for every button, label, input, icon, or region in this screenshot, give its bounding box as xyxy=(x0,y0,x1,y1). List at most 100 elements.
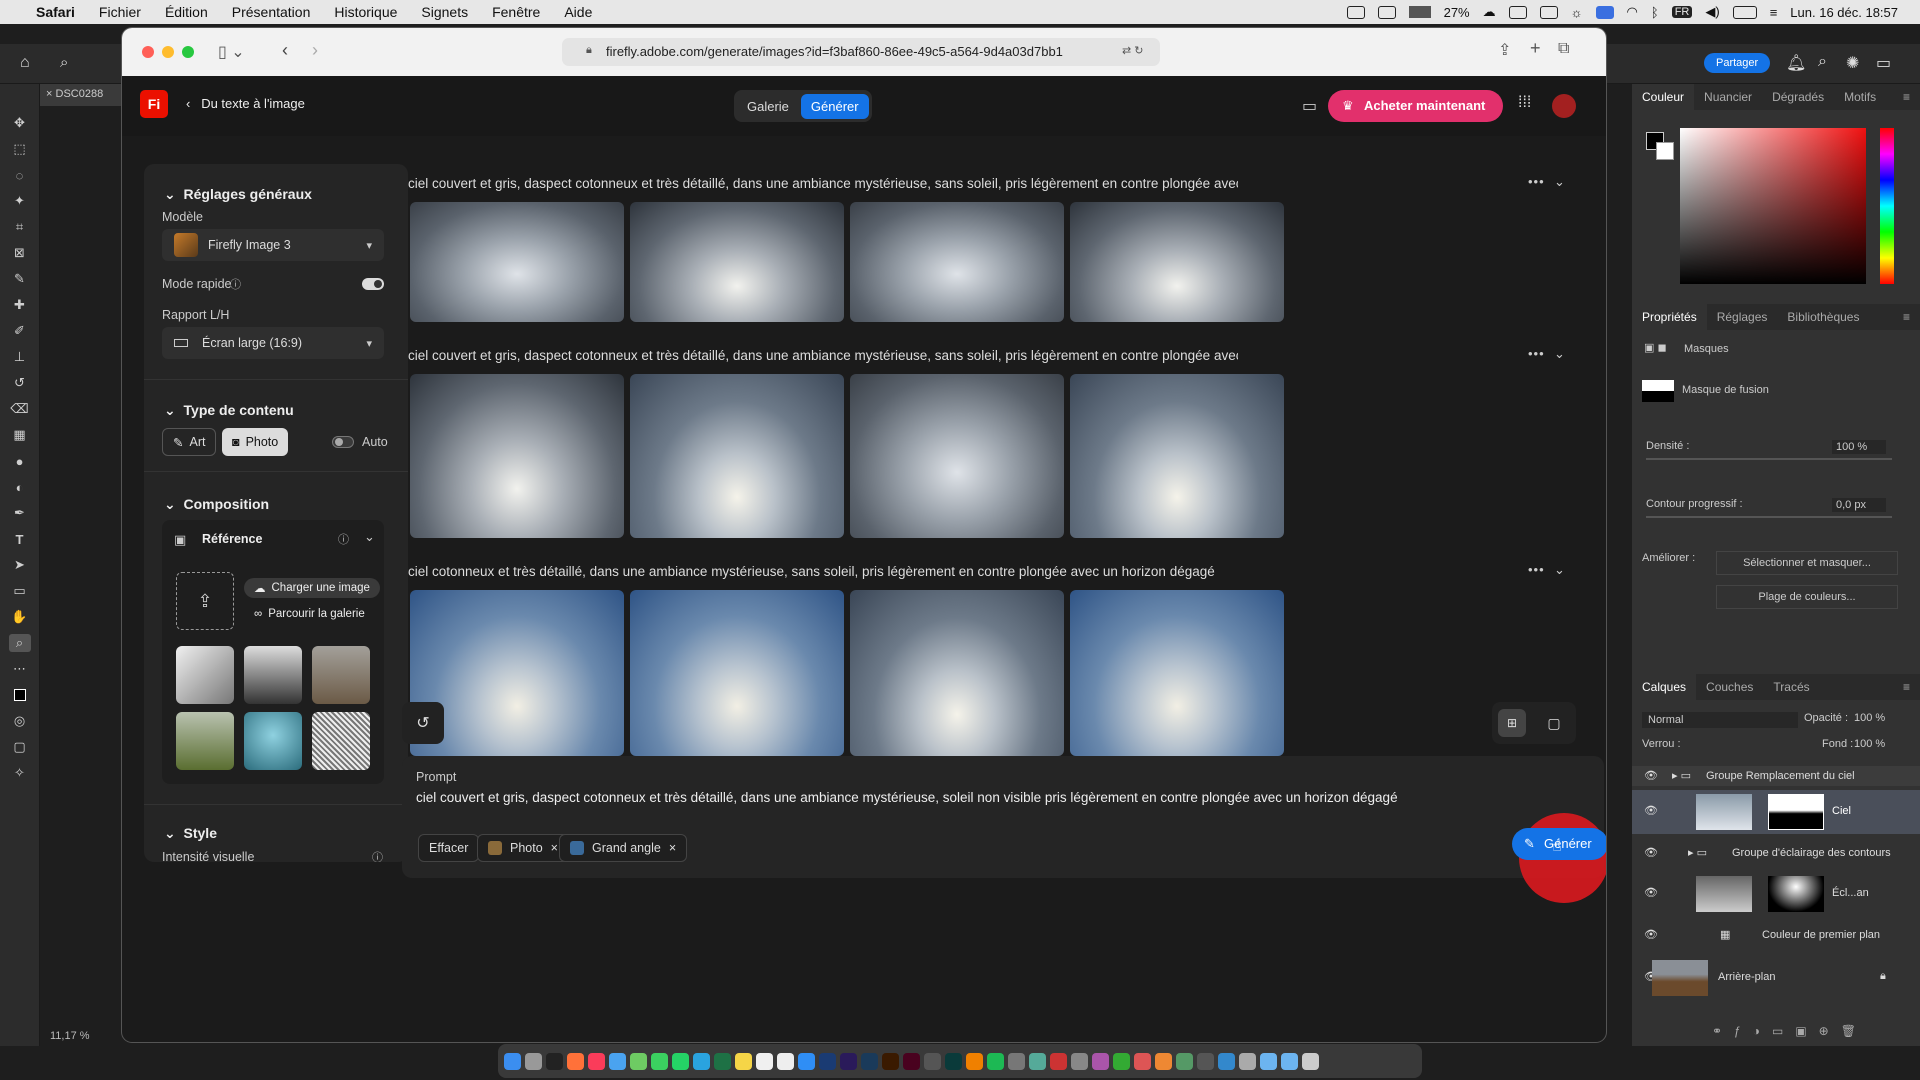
eyedropper-tool-icon[interactable]: ✎ xyxy=(9,270,31,288)
prompt-input[interactable]: ciel couvert et gris, daspect cotonneux … xyxy=(416,790,1596,805)
maps-icon[interactable] xyxy=(630,1052,647,1070)
settings-icon[interactable]: ✺ xyxy=(1846,53,1859,73)
ratio-select[interactable]: Écran large (16:9) ▾ xyxy=(162,327,384,359)
reference-thumb-mountains[interactable] xyxy=(244,646,302,704)
info-icon[interactable]: ⓘ xyxy=(372,849,383,862)
panel-menu-icon-3[interactable]: ≡ xyxy=(1893,674,1920,700)
reference-thumb-road[interactable] xyxy=(176,712,234,770)
app-icon[interactable] xyxy=(1218,1052,1235,1070)
style-header[interactable]: ⌄ Style xyxy=(164,825,217,842)
blend-mode-select[interactable]: Normal xyxy=(1642,712,1798,728)
gradient-tool-icon[interactable]: ▦ xyxy=(9,426,31,444)
tab-nuancier[interactable]: Nuancier xyxy=(1694,84,1762,110)
spotify-icon[interactable] xyxy=(987,1052,1004,1070)
general-settings-header[interactable]: ⌄ Réglages généraux xyxy=(164,186,312,203)
frame-tool-icon[interactable]: ⊠ xyxy=(9,244,31,262)
pen-tool-icon[interactable]: ✒ xyxy=(9,504,31,522)
volume-icon[interactable]: ◀) xyxy=(1705,4,1719,20)
close-window-button[interactable] xyxy=(142,46,154,58)
music-icon[interactable] xyxy=(588,1052,605,1070)
wifi-icon[interactable]: ◠ xyxy=(1627,4,1638,20)
share-icon[interactable]: ⇪ xyxy=(1498,40,1511,60)
row-prompt-text[interactable]: ciel couvert et gris, daspect cotonneux … xyxy=(408,348,1238,363)
telegram-icon[interactable] xyxy=(693,1052,710,1070)
bluetooth-icon[interactable]: ᛒ xyxy=(1651,5,1659,20)
tab-generer[interactable]: Générer xyxy=(800,93,869,119)
image-upload-dropzone[interactable]: ⇪ xyxy=(176,572,234,630)
menu-signets[interactable]: Signets xyxy=(409,4,480,20)
safari-icon[interactable] xyxy=(798,1052,815,1070)
stamp-tool-icon[interactable]: ⊥ xyxy=(9,348,31,366)
mail-icon[interactable] xyxy=(609,1052,626,1070)
tab-traces[interactable]: Tracés xyxy=(1763,674,1819,700)
healing-tool-icon[interactable]: ✚ xyxy=(9,296,31,314)
history-brush-icon[interactable]: ↺ xyxy=(9,374,31,392)
whatsapp-icon[interactable] xyxy=(672,1052,689,1070)
menu-presentation[interactable]: Présentation xyxy=(220,4,323,20)
tab-couleur[interactable]: Couleur xyxy=(1632,84,1695,110)
screen-mirroring-icon[interactable] xyxy=(1595,5,1614,19)
zoom-status[interactable]: 11,17 % xyxy=(40,1028,124,1046)
layer-row[interactable]: 👁︎ ▦ Couleur de premier plan xyxy=(1632,920,1920,950)
composition-header[interactable]: ⌄ Composition xyxy=(164,496,269,513)
vlc-icon[interactable] xyxy=(966,1052,983,1070)
battery-icon[interactable] xyxy=(1732,5,1757,19)
forward-icon[interactable]: › xyxy=(312,40,318,61)
reference-thumb-room[interactable] xyxy=(312,646,370,704)
indesign-icon[interactable] xyxy=(903,1052,920,1070)
notes-icon[interactable] xyxy=(735,1052,752,1070)
menu-app-name[interactable]: Safari xyxy=(24,4,87,20)
layer-row[interactable]: 👁︎ Ciel xyxy=(1632,790,1920,834)
browse-gallery-button[interactable]: ∞ Parcourir la galerie xyxy=(244,604,375,624)
layer-row[interactable]: 👁︎ ▸ ▭ Groupe d'éclairage des contours xyxy=(1632,838,1920,868)
generated-image[interactable] xyxy=(850,374,1064,538)
generated-image[interactable] xyxy=(630,202,844,322)
app-icon[interactable] xyxy=(1239,1052,1256,1070)
background-swatch[interactable] xyxy=(1656,142,1674,160)
more-options-icon[interactable]: ••• xyxy=(1528,562,1545,577)
blur-tool-icon[interactable]: ● xyxy=(9,452,31,470)
feather-slider[interactable] xyxy=(1646,516,1892,518)
terminal-icon[interactable] xyxy=(546,1052,563,1070)
close-icon[interactable]: × xyxy=(551,841,558,855)
single-view-icon[interactable]: ▢ xyxy=(1540,709,1568,737)
brush-tool-icon[interactable]: ✐ xyxy=(9,322,31,340)
eye-icon[interactable]: 👁︎ xyxy=(1644,928,1658,941)
display-icon[interactable] xyxy=(1539,5,1558,19)
tab-couches[interactable]: Couches xyxy=(1696,674,1763,700)
illustrator-icon[interactable] xyxy=(882,1052,899,1070)
generated-image[interactable] xyxy=(410,374,624,538)
info-icon[interactable]: ⓘ xyxy=(230,276,241,292)
premiere-icon[interactable] xyxy=(840,1052,857,1070)
model-select[interactable]: Firefly Image 3 ▾ xyxy=(162,229,384,261)
launchpad-icon[interactable] xyxy=(525,1052,542,1070)
lasso-tool-icon[interactable]: ◌ xyxy=(9,166,31,184)
app-icon[interactable] xyxy=(1008,1052,1025,1070)
drive-icon[interactable] xyxy=(1508,5,1527,19)
close-icon[interactable]: × xyxy=(669,841,676,855)
menu-historique[interactable]: Historique xyxy=(322,4,409,20)
menu-fichier[interactable]: Fichier xyxy=(87,4,153,20)
photoshop-icon[interactable] xyxy=(819,1052,836,1070)
eraser-tool-icon[interactable]: ⌫ xyxy=(9,400,31,418)
eye-icon[interactable]: 👁︎ xyxy=(1644,804,1658,817)
folder-icon[interactable] xyxy=(1281,1052,1298,1070)
hand-tool-icon[interactable]: ✋ xyxy=(9,608,31,626)
upload-image-button[interactable]: ☁ Charger une image xyxy=(244,578,380,598)
close-tab-icon[interactable]: × xyxy=(46,88,52,100)
app-icon[interactable] xyxy=(1155,1052,1172,1070)
input-lang[interactable]: FR xyxy=(1671,6,1693,18)
eye-icon[interactable]: 👁︎ xyxy=(1644,846,1658,859)
crop-tool-icon[interactable]: ⌗ xyxy=(9,218,31,236)
tag-wide-angle[interactable]: Grand angle × xyxy=(559,834,688,862)
generated-image[interactable] xyxy=(410,202,624,322)
excel-icon[interactable] xyxy=(714,1052,731,1070)
firefly-logo[interactable]: Fi xyxy=(140,90,168,118)
generative-icon[interactable]: ✧ xyxy=(9,764,31,782)
zoom-tool-icon[interactable]: ⌕ xyxy=(60,54,68,71)
image-mask-icon[interactable]: ▣ ◼ xyxy=(1644,341,1667,354)
more-options-icon[interactable]: ••• xyxy=(1528,346,1545,361)
app-icon[interactable] xyxy=(1071,1052,1088,1070)
type-tool-icon[interactable]: T xyxy=(9,530,31,548)
calendar-icon[interactable] xyxy=(756,1052,773,1070)
